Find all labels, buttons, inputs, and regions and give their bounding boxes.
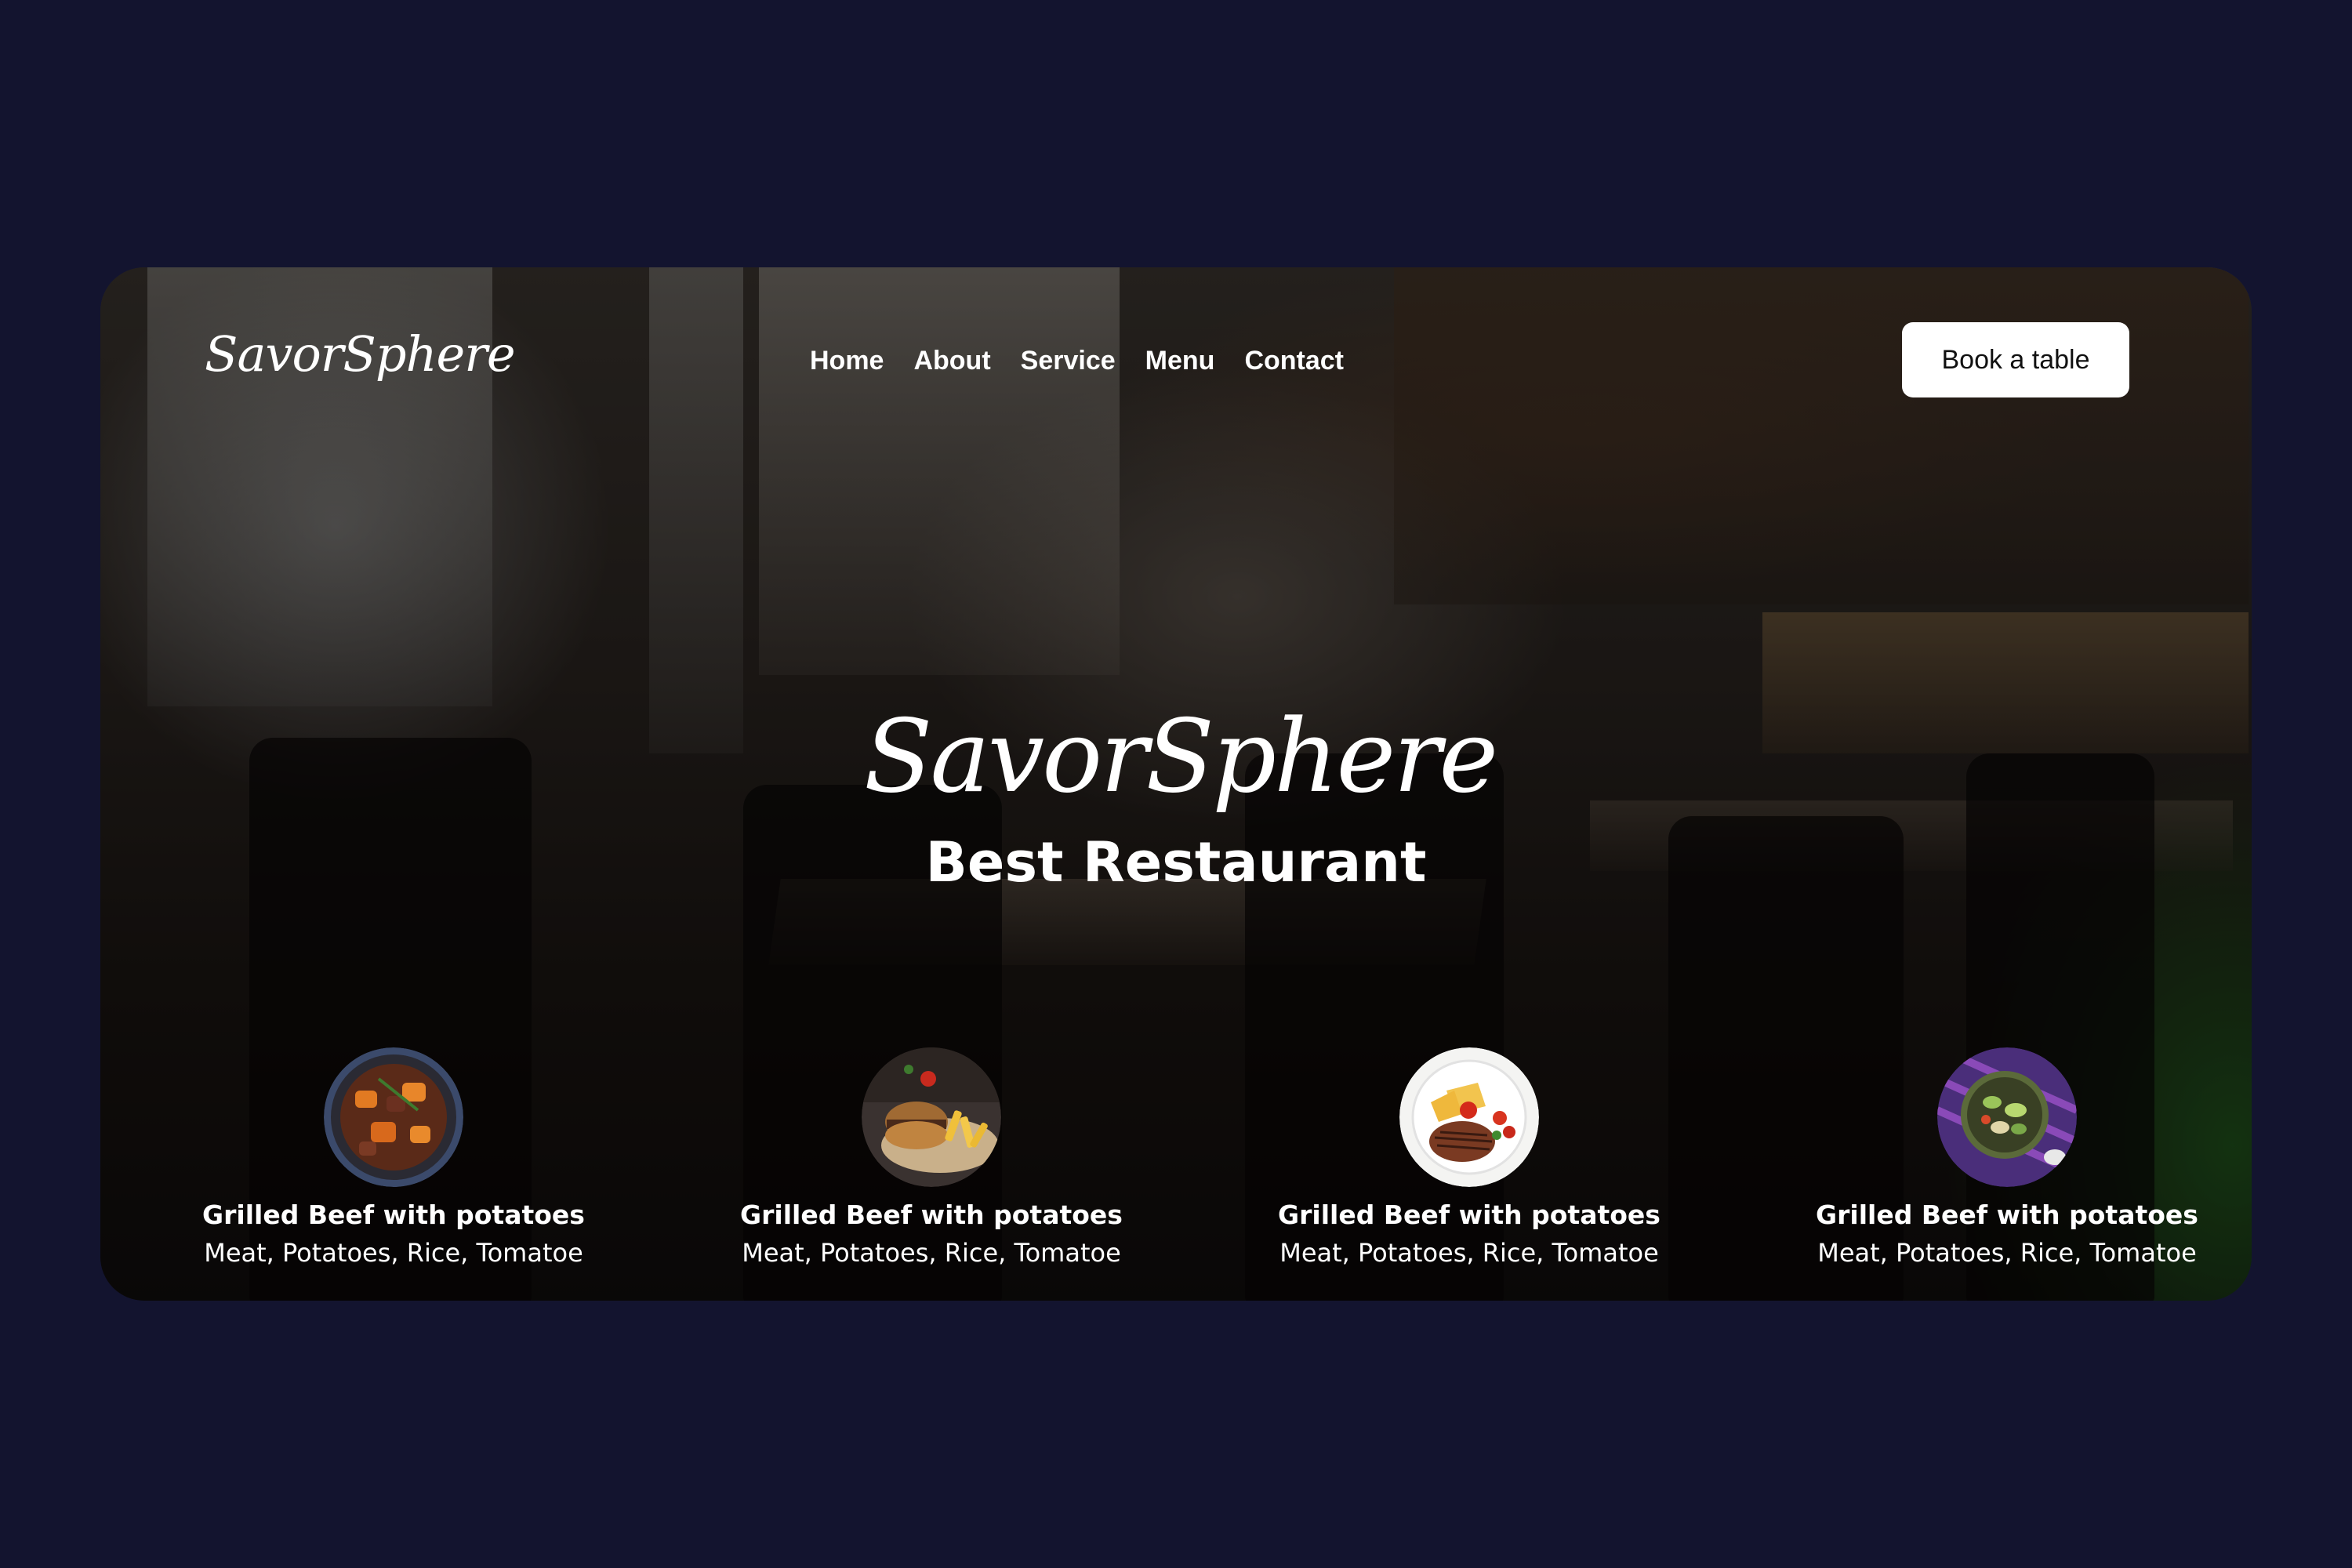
nav-home[interactable]: Home (810, 346, 884, 376)
dish-card[interactable]: Grilled Beef with potatoes Meat, Potatoe… (712, 1047, 1151, 1268)
dish-card[interactable]: Grilled Beef with potatoes Meat, Potatoe… (1788, 1047, 2227, 1268)
nav-about[interactable]: About (913, 346, 990, 376)
dish-ingredients: Meat, Potatoes, Rice, Tomatoe (204, 1238, 583, 1268)
nav-service[interactable]: Service (1021, 346, 1116, 376)
dish-name: Grilled Beef with potatoes (1278, 1200, 1661, 1230)
dish-name: Grilled Beef with potatoes (202, 1200, 585, 1230)
dish-card[interactable]: Grilled Beef with potatoes Meat, Potatoe… (1250, 1047, 1689, 1268)
beef-stew-bowl-image (324, 1047, 463, 1187)
site-logo[interactable]: SavorSphere (205, 325, 516, 383)
hero-logo-script: SavorSphere (863, 699, 1498, 815)
burger-fries-board-image (862, 1047, 1001, 1187)
dish-ingredients: Meat, Potatoes, Rice, Tomatoe (1817, 1238, 2197, 1268)
nav-contact[interactable]: Contact (1244, 346, 1344, 376)
dish-name: Grilled Beef with potatoes (740, 1200, 1123, 1230)
dish-ingredients: Meat, Potatoes, Rice, Tomatoe (742, 1238, 1121, 1268)
hero-section: SavorSphere Home About Service Menu Cont… (100, 267, 2252, 1301)
salad-bowl-image (1937, 1047, 2077, 1187)
dish-name: Grilled Beef with potatoes (1816, 1200, 2198, 1230)
nav-menu[interactable]: Menu (1145, 346, 1215, 376)
dish-ingredients: Meat, Potatoes, Rice, Tomatoe (1279, 1238, 1659, 1268)
hero-title: Best Restaurant (925, 830, 1427, 895)
dish-card[interactable]: Grilled Beef with potatoes Meat, Potatoe… (174, 1047, 613, 1268)
book-table-button[interactable]: Book a table (1902, 322, 2129, 397)
main-nav: Home About Service Menu Contact (810, 346, 1344, 376)
steak-potatoes-plate-image (1399, 1047, 1539, 1187)
